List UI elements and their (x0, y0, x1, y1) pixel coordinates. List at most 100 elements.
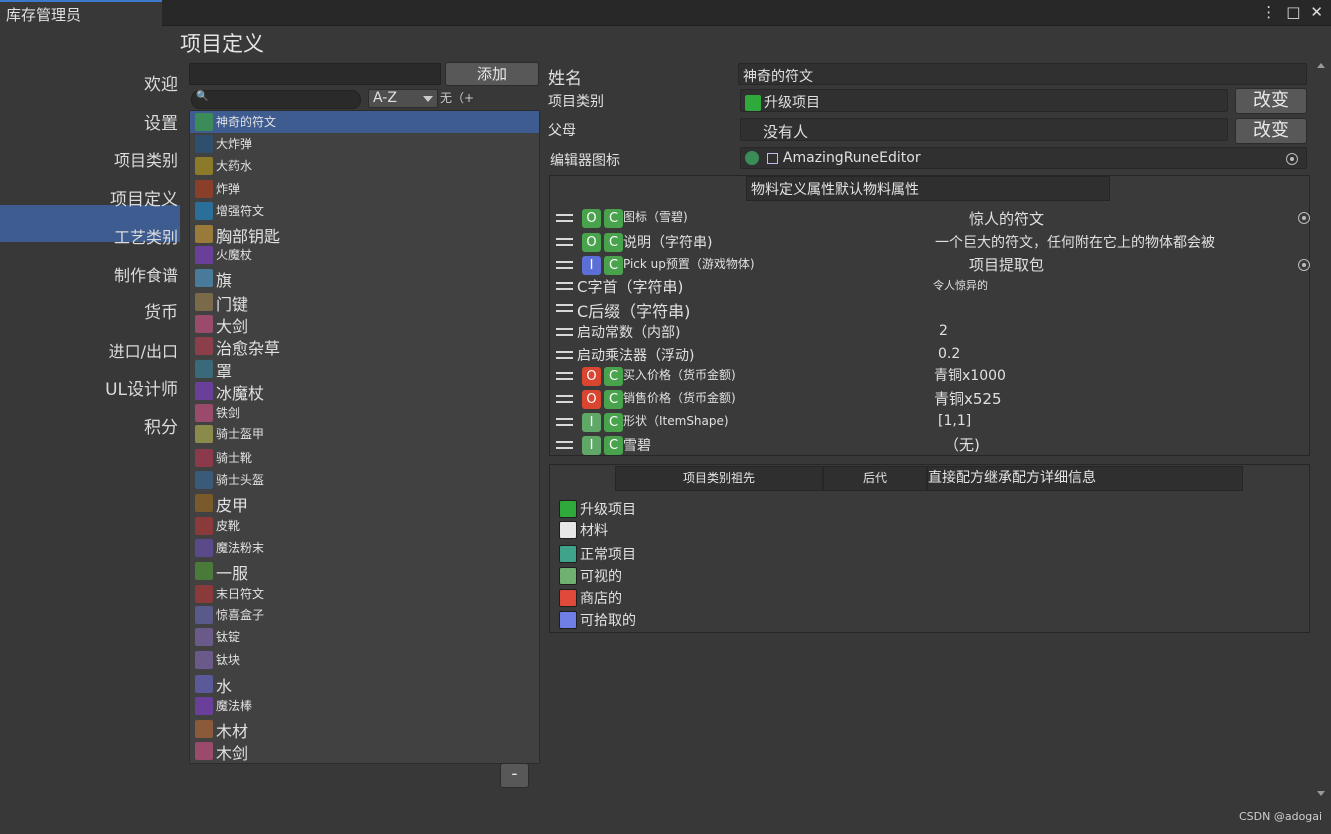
list-item[interactable]: 门键 (190, 291, 539, 314)
ancestor-item[interactable]: 正常项目 (559, 544, 759, 564)
property-flag-badge[interactable]: C (604, 209, 623, 228)
change-category-button[interactable]: 改变 (1235, 88, 1307, 114)
list-item[interactable]: 增强符文 (190, 200, 539, 222)
list-item[interactable]: 骑士靴 (190, 447, 539, 469)
remove-button[interactable]: - (500, 763, 529, 788)
object-picker-icon[interactable] (1286, 153, 1298, 165)
drag-handle-icon[interactable] (556, 214, 573, 222)
list-item[interactable]: 旗 (190, 267, 539, 290)
list-item[interactable]: 一服 (190, 560, 539, 583)
drag-handle-icon[interactable] (556, 418, 573, 426)
search-input[interactable]: 🔍 (191, 90, 361, 109)
property-value[interactable]: 青铜x525 (934, 388, 1002, 409)
list-item[interactable]: 骑士头盔 (190, 469, 539, 491)
list-item[interactable]: 骑士盔甲 (190, 423, 539, 445)
property-value[interactable]: 惊人的符文 (969, 208, 1044, 229)
sidebar-item-settings[interactable]: 设置 (144, 109, 178, 134)
sidebar-item-craft-categories[interactable]: 工艺类别 (114, 224, 178, 248)
sidebar-item-welcome[interactable]: 欢迎 (144, 70, 178, 95)
property-flag-badge[interactable]: O (582, 367, 601, 386)
new-item-name-input[interactable] (189, 63, 441, 85)
property-value[interactable]: [1,1] (938, 413, 971, 429)
property-flag-badge[interactable]: O (582, 233, 601, 252)
ancestor-item[interactable]: 可视的 (559, 566, 759, 586)
list-item[interactable]: 魔法粉末 (190, 537, 539, 559)
object-picker-icon[interactable] (1298, 212, 1310, 224)
list-item[interactable]: 炸弹 (190, 178, 539, 200)
list-item[interactable]: 惊喜盒子 (190, 604, 539, 626)
property-flag-badge[interactable]: C (604, 256, 623, 275)
list-item[interactable]: 魔法棒 (190, 695, 539, 717)
drag-handle-icon[interactable] (556, 261, 573, 269)
property-flag-badge[interactable]: C (604, 390, 623, 409)
sidebar-item-ui-designer[interactable]: UL设计师 (105, 375, 178, 400)
drag-handle-icon[interactable] (556, 351, 573, 359)
list-item[interactable]: 大炸弹 (190, 133, 539, 155)
change-parent-button[interactable]: 改变 (1235, 118, 1307, 144)
drag-handle-icon[interactable] (556, 395, 573, 403)
more-icon[interactable]: ⋮ (1261, 3, 1276, 21)
list-item[interactable]: 末日符文 (190, 583, 539, 605)
list-item[interactable]: 皮靴 (190, 515, 539, 537)
ancestor-item[interactable]: 商店的 (559, 588, 759, 608)
drag-handle-icon[interactable] (556, 372, 573, 380)
drag-handle-icon[interactable] (556, 328, 573, 336)
sidebar-item-item-definitions[interactable]: 项目定义 (110, 185, 178, 210)
property-value[interactable]: 青铜x1000 (934, 365, 1006, 385)
object-picker-icon[interactable] (1298, 259, 1310, 271)
property-flag-badge[interactable]: O (582, 390, 601, 409)
add-button[interactable]: 添加 (445, 62, 539, 86)
property-flag-badge[interactable]: O (582, 209, 601, 228)
list-item[interactable]: 铁剑 (190, 402, 539, 424)
list-item[interactable]: 水 (190, 673, 539, 696)
property-flag-badge[interactable]: I (582, 413, 601, 432)
list-item[interactable]: 大药水 (190, 155, 539, 177)
list-item[interactable]: 钛块 (190, 649, 539, 671)
ancestor-item[interactable]: 材料 (559, 520, 759, 540)
property-flag-badge[interactable]: I (582, 436, 601, 455)
parent-field[interactable]: 没有人 (740, 118, 1228, 141)
sidebar-item-item-categories[interactable]: 项目类别 (114, 147, 178, 171)
property-value[interactable]: 0.2 (938, 346, 960, 362)
property-value[interactable]: （无) (944, 434, 980, 455)
tab-ancestors[interactable]: 项目类别祖先 (615, 466, 823, 491)
drag-handle-icon[interactable] (556, 238, 573, 246)
category-field[interactable]: 升级项目 (740, 89, 1228, 112)
drag-handle-icon[interactable] (556, 282, 573, 290)
property-flag-badge[interactable]: C (604, 413, 623, 432)
property-flag-badge[interactable]: C (604, 436, 623, 455)
close-icon[interactable]: ✕ (1310, 3, 1323, 21)
drag-handle-icon[interactable] (556, 441, 573, 449)
list-item[interactable]: 皮甲 (190, 492, 539, 515)
list-item[interactable]: 火魔杖 (190, 244, 539, 266)
list-item[interactable]: 木材 (190, 718, 539, 741)
sidebar-item-recipes[interactable]: 制作食谱 (114, 262, 178, 286)
property-value[interactable]: 令人惊异的 (933, 277, 988, 293)
ancestor-item[interactable]: 升级项目 (559, 499, 759, 519)
property-value[interactable]: 一个巨大的符文，任何附在它上的物体都会被 (935, 232, 1215, 252)
tab-recipe[interactable]: 直接配方继承配方详细信息 (927, 466, 1243, 491)
list-item[interactable]: 神奇的符文 (190, 111, 539, 133)
scroll-up-icon[interactable] (1317, 63, 1325, 68)
window-tab[interactable]: 库存管理员 (0, 0, 162, 27)
sidebar-item-credits[interactable]: 积分 (144, 413, 178, 438)
property-flag-badge[interactable]: C (604, 233, 623, 252)
filter-dropdown[interactable]: 无（+ (440, 89, 474, 106)
ancestor-item[interactable]: 可拾取的 (559, 610, 759, 630)
editor-icon-field[interactable]: AmazingRuneEditor (740, 147, 1307, 169)
property-value[interactable]: 2 (939, 323, 948, 339)
list-item[interactable]: 冰魔杖 (190, 380, 539, 403)
sidebar-item-import-export[interactable]: 进口/出口 (109, 338, 178, 362)
list-item[interactable]: 罩 (190, 358, 539, 381)
drag-handle-icon[interactable] (556, 304, 573, 312)
property-flag-badge[interactable]: I (582, 256, 601, 275)
maximize-icon[interactable]: □ (1286, 3, 1300, 21)
property-value[interactable]: 项目提取包 (969, 254, 1044, 275)
sidebar-item-currency[interactable]: 货币 (144, 298, 178, 323)
list-item[interactable]: 钛锭 (190, 626, 539, 648)
sort-dropdown[interactable]: A-Z (368, 89, 438, 108)
name-field[interactable]: 神奇的符文 (738, 63, 1307, 85)
list-item[interactable]: 木剑 (190, 740, 539, 763)
list-item[interactable]: 治愈杂草 (190, 335, 539, 358)
property-flag-badge[interactable]: C (604, 367, 623, 386)
